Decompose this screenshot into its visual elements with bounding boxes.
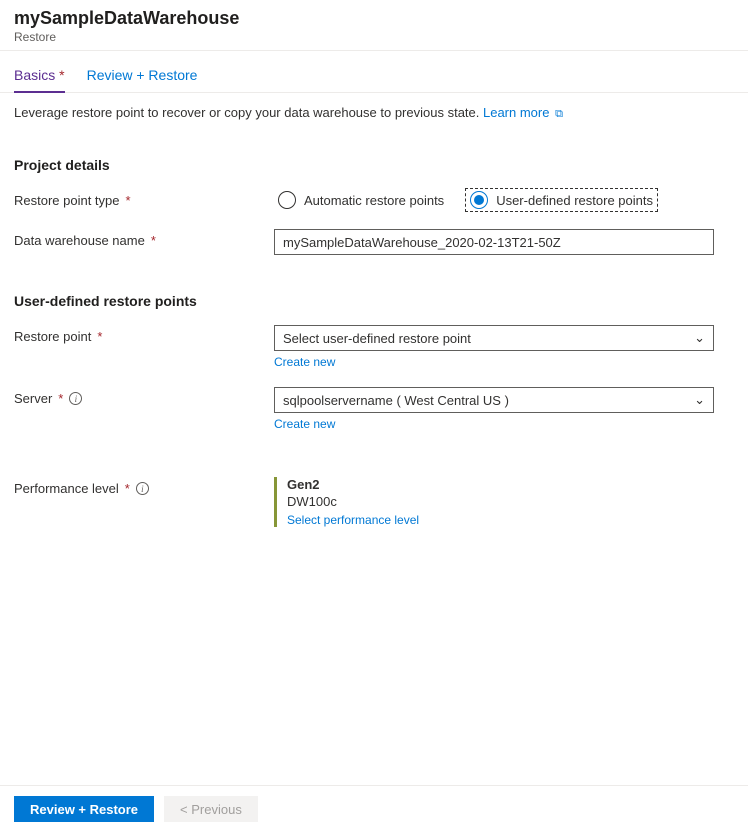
required-marker: * (59, 67, 64, 83)
page-subtitle: Restore (14, 30, 734, 44)
info-icon[interactable]: i (136, 482, 149, 495)
form-content: Leverage restore point to recover or cop… (0, 93, 748, 527)
radio-automatic-restore-points[interactable]: Automatic restore points (274, 189, 448, 211)
section-project-details: Project details (14, 157, 734, 173)
performance-tier: Gen2 (287, 477, 714, 492)
row-restore-point-type: Restore point type * Automatic restore p… (14, 189, 734, 211)
link-create-new-server[interactable]: Create new (274, 417, 335, 431)
label-server: Server * i (14, 387, 274, 406)
learn-more-link[interactable]: Learn more ⧉ (483, 105, 563, 120)
performance-sku: DW100c (287, 494, 714, 509)
button-previous: < Previous (164, 796, 258, 822)
row-restore-point: Restore point * Select user-defined rest… (14, 325, 734, 369)
row-performance-level: Performance level * i Gen2 DW100c Select… (14, 477, 734, 527)
info-icon[interactable]: i (69, 392, 82, 405)
label-performance-level: Performance level * i (14, 477, 274, 496)
input-data-warehouse-name[interactable] (274, 229, 714, 255)
row-server: Server * i sqlpoolservername ( West Cent… (14, 387, 734, 431)
radio-icon (278, 191, 296, 209)
link-create-new-restore-point[interactable]: Create new (274, 355, 335, 369)
performance-level-display: Gen2 DW100c Select performance level (274, 477, 714, 527)
radio-user-defined-restore-points[interactable]: User-defined restore points (466, 189, 657, 211)
chevron-down-icon: ⌄ (694, 392, 705, 408)
page-header: mySampleDataWarehouse Restore (0, 0, 748, 51)
tab-review-restore[interactable]: Review + Restore (87, 67, 198, 92)
label-data-warehouse-name: Data warehouse name * (14, 229, 274, 248)
external-link-icon: ⧉ (555, 108, 563, 120)
button-review-restore[interactable]: Review + Restore (14, 796, 154, 822)
intro-text: Leverage restore point to recover or cop… (14, 105, 734, 121)
tab-bar: Basics * Review + Restore (0, 51, 748, 93)
radio-group-restore-point-type: Automatic restore points User-defined re… (274, 189, 714, 211)
row-data-warehouse-name: Data warehouse name * (14, 229, 734, 255)
link-select-performance-level[interactable]: Select performance level (287, 513, 419, 527)
label-restore-point: Restore point * (14, 325, 274, 344)
wizard-footer: Review + Restore < Previous (0, 785, 748, 836)
tab-basics-label: Basics (14, 67, 55, 83)
page-title: mySampleDataWarehouse (14, 8, 734, 29)
radio-icon (470, 191, 488, 209)
chevron-down-icon: ⌄ (694, 330, 705, 346)
tab-basics[interactable]: Basics * (14, 67, 65, 93)
select-server[interactable]: sqlpoolservername ( West Central US ) ⌄ (274, 387, 714, 413)
label-restore-point-type: Restore point type * (14, 189, 274, 208)
select-restore-point[interactable]: Select user-defined restore point ⌄ (274, 325, 714, 351)
section-user-defined-restore-points: User-defined restore points (14, 293, 734, 309)
